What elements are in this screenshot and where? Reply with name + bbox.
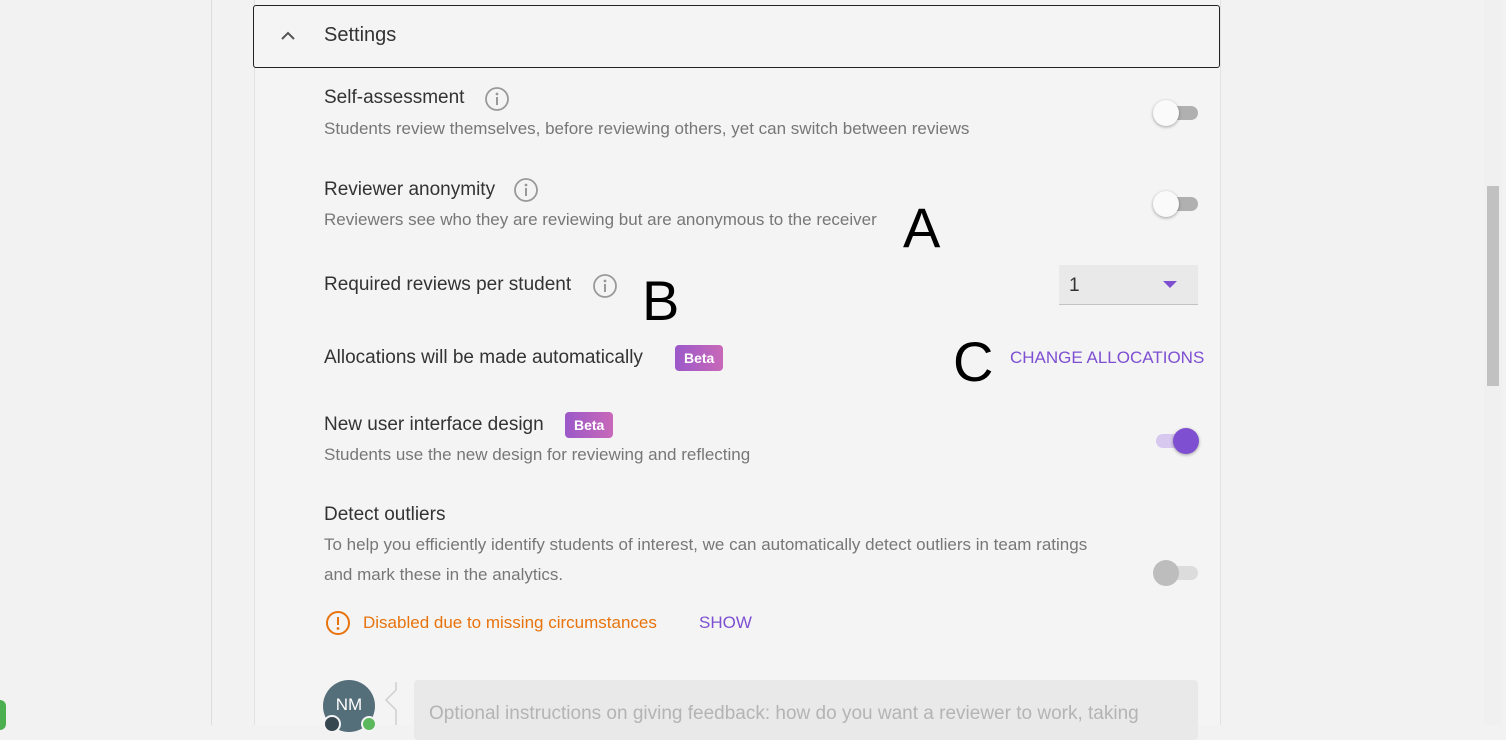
scrollbar-thumb[interactable] [1487,186,1499,386]
required-reviews-value: 1 [1069,275,1080,296]
instructions-placeholder: Optional instructions on giving feedback… [429,703,1139,724]
new-ui-title: New user interface design [324,414,544,435]
show-button[interactable]: SHOW [699,613,752,633]
toggle-thumb [1153,560,1179,586]
reviewer-anonymity-description: Reviewers see who they are reviewing but… [324,210,877,229]
settings-accordion-header[interactable] [253,5,1220,68]
info-icon[interactable] [513,177,539,203]
avatar-role-icon [323,715,341,733]
beta-badge: Beta [565,412,614,438]
change-allocations-button[interactable]: CHANGE ALLOCATIONS [1010,348,1204,368]
self-assessment-title: Self-assessment [324,87,465,108]
reviewer-anonymity-toggle[interactable] [1153,190,1199,218]
green-corner-indicator [0,700,6,730]
toggle-thumb [1173,428,1199,454]
info-icon[interactable] [592,273,618,299]
info-icon[interactable] [484,86,510,112]
detect-outliers-title: Detect outliers [324,504,446,525]
allocations-title: Allocations will be made automatically [324,347,643,368]
beta-badge: Beta [675,345,724,371]
annotation-label-c: C [953,330,994,393]
self-assessment-toggle[interactable] [1153,99,1199,127]
chevron-up-icon[interactable] [279,27,297,45]
settings-title: Settings [324,24,397,46]
required-reviews-title: Required reviews per student [324,274,572,295]
reviewer-anonymity-title: Reviewer anonymity [324,179,496,200]
online-status-dot [361,716,377,732]
detect-outliers-description-line1: To help you efficiently identify student… [324,535,1088,554]
annotation-label-a: A [903,196,941,259]
toggle-thumb [1153,191,1179,217]
annotation-label-b: B [642,269,680,332]
instructions-input[interactable]: Optional instructions on giving feedback… [414,680,1198,740]
new-ui-description: Students use the new design for reviewin… [324,445,751,464]
detect-outliers-description-line2: and mark these in the analytics. [324,565,564,584]
dropdown-arrow-icon [1163,281,1177,288]
disabled-warning-text: Disabled due to missing circumstances [363,613,657,632]
new-ui-toggle[interactable] [1153,427,1199,455]
warning-info-icon [326,611,350,635]
self-assessment-description: Students review themselves, before revie… [324,119,970,138]
required-reviews-select[interactable]: 1 [1059,265,1198,305]
toggle-thumb [1153,100,1179,126]
detect-outliers-toggle[interactable] [1153,559,1199,587]
speech-bubble-pointer [384,682,397,725]
